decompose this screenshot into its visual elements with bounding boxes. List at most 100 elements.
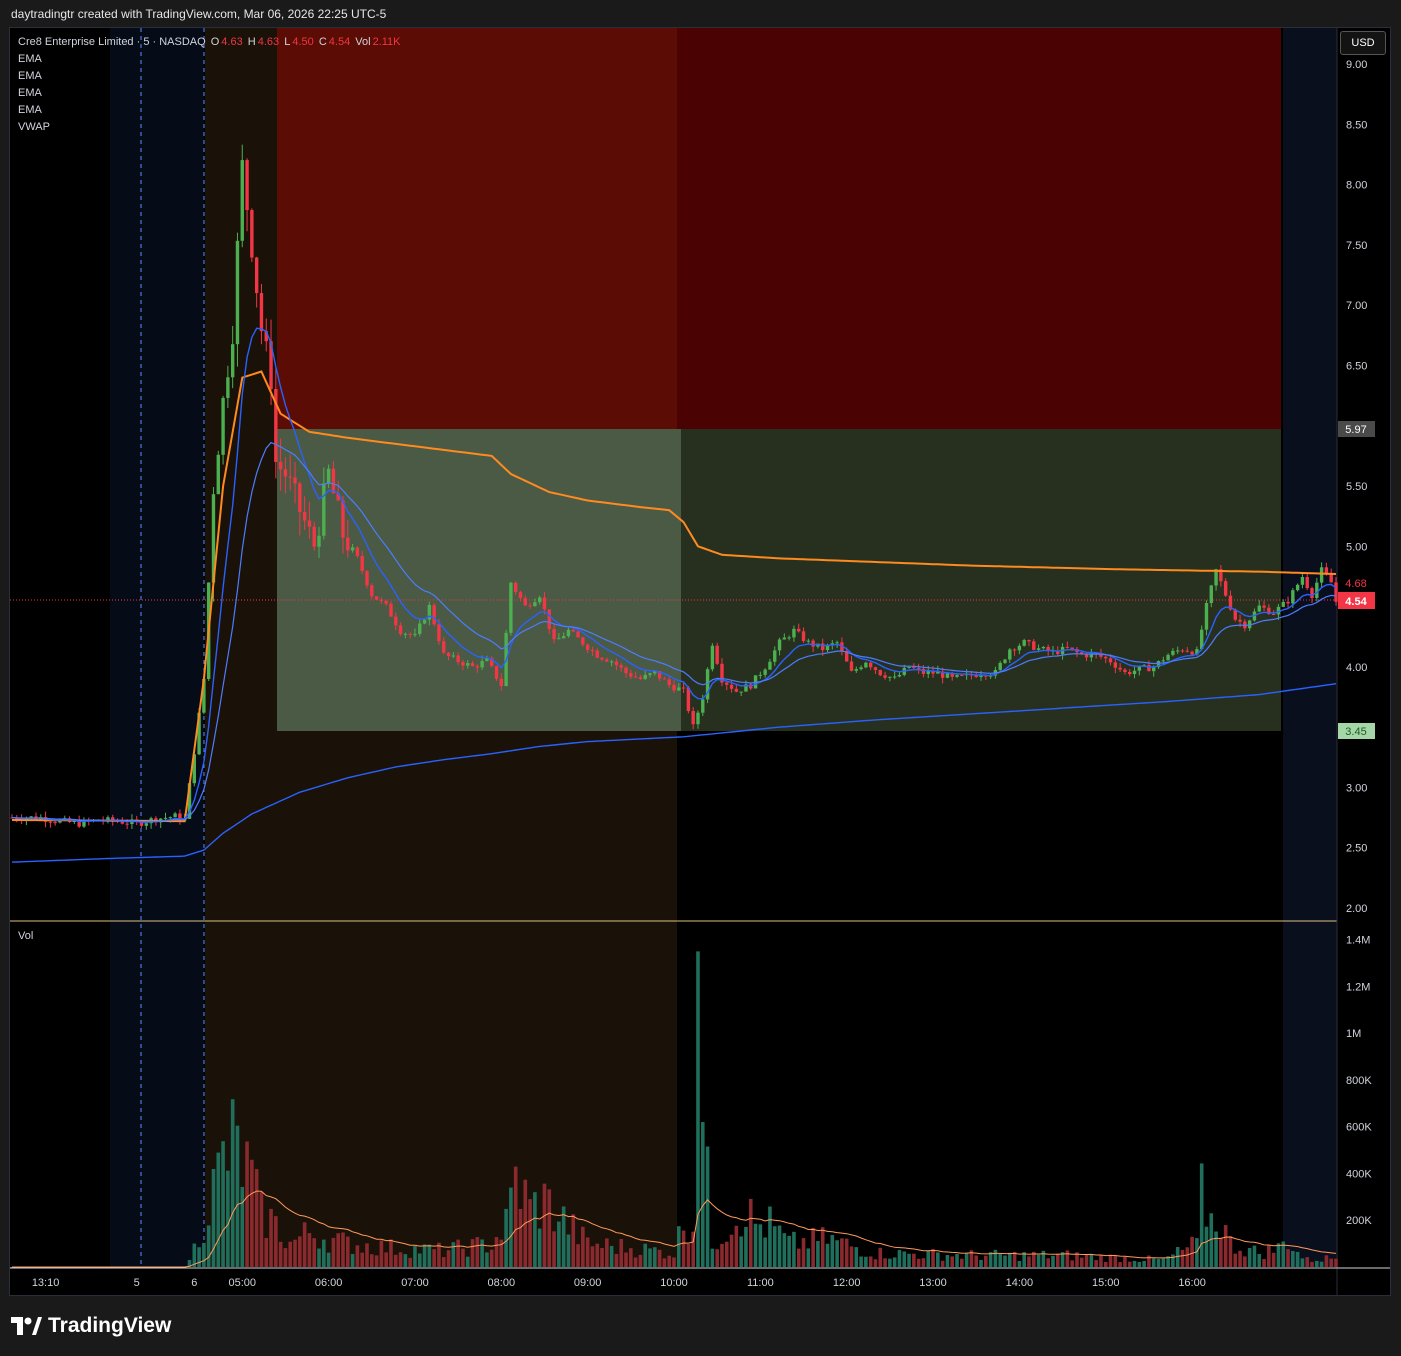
tradingview-logo-icon	[11, 1317, 42, 1335]
target-zone-regular	[681, 429, 1281, 731]
time-tick: 11:00	[747, 1277, 774, 1289]
candle-body	[672, 684, 676, 691]
price-tick: 8.50	[1346, 119, 1367, 131]
volume-bar	[298, 1236, 302, 1267]
candle-body	[739, 691, 743, 693]
volume-tick: 1M	[1346, 1028, 1361, 1040]
volume-bar	[792, 1231, 796, 1267]
volume-bar	[600, 1247, 604, 1267]
candle-body	[892, 676, 897, 678]
candle-body	[633, 676, 638, 678]
candle-body	[1271, 614, 1276, 616]
volume-bar	[984, 1255, 988, 1267]
volume-bar	[427, 1244, 432, 1267]
candle-body	[360, 555, 364, 572]
volume-pane-title[interactable]: Vol	[18, 930, 33, 942]
entry-price-label: 3.45	[1345, 726, 1366, 738]
volume-bar	[720, 1243, 724, 1267]
volume-bar	[734, 1225, 739, 1267]
volume-bar	[1094, 1260, 1098, 1267]
volume-bar	[667, 1255, 672, 1267]
candle-body	[868, 662, 873, 668]
candle-body	[629, 673, 633, 677]
volume-bar	[216, 1152, 221, 1267]
volume-bar	[888, 1258, 892, 1267]
candle-body	[398, 625, 403, 635]
candle-body	[1008, 649, 1012, 660]
volume-bar	[614, 1253, 619, 1267]
price-chart[interactable]: 9.00 8.50 8.00 7.50 7.00 6.50 5.50 5.00 4.00 3.00…	[0, 0, 1401, 1300]
candle-body	[926, 671, 930, 674]
candle-body	[1315, 582, 1319, 599]
indicator-ema-2[interactable]: EMA	[18, 68, 403, 85]
candle-body	[797, 628, 801, 632]
volume-bar	[1219, 1238, 1223, 1267]
tradingview-logo[interactable]: TradingView	[11, 1313, 171, 1339]
volume-bar	[955, 1254, 959, 1267]
volume-bar	[806, 1248, 811, 1267]
candle-body	[254, 257, 259, 294]
volume-bar	[489, 1249, 494, 1267]
high-label: H	[247, 36, 256, 48]
volume-bar	[206, 1225, 211, 1267]
candle-body	[394, 616, 398, 626]
volume-tick: 1.4M	[1346, 935, 1370, 947]
indicator-vwap[interactable]: VWAP	[18, 119, 403, 136]
volume-bar	[1118, 1262, 1122, 1267]
candle-body	[768, 661, 772, 670]
candle-body	[350, 547, 355, 551]
volume-bar	[374, 1255, 379, 1267]
volume-bar	[629, 1248, 633, 1267]
low-label: L	[284, 36, 291, 48]
volume-bar	[1243, 1256, 1247, 1267]
volume-bar	[1262, 1259, 1266, 1267]
overnight-session-bg	[110, 28, 204, 1267]
volume-bar	[902, 1251, 907, 1267]
indicator-ema-3[interactable]: EMA	[18, 85, 403, 102]
candle-body	[1190, 651, 1194, 655]
volume-bar	[974, 1255, 979, 1267]
entry-price-badge: 3.45	[1338, 723, 1375, 739]
volume-bar	[446, 1250, 451, 1267]
volume-bar	[518, 1208, 523, 1267]
volume-tick: 400K	[1346, 1168, 1372, 1180]
volume-bar	[715, 1249, 719, 1267]
candle-body	[293, 477, 297, 484]
volume-bar	[859, 1256, 863, 1267]
candle-body	[1108, 658, 1113, 663]
volume-bar	[211, 1169, 216, 1267]
candle-body	[384, 600, 388, 604]
volume-bar	[581, 1226, 585, 1267]
volume-bar	[605, 1238, 609, 1267]
indicator-ema-1[interactable]: EMA	[18, 51, 403, 68]
candle-body	[561, 636, 566, 639]
volume-bar	[331, 1237, 336, 1267]
indicator-ema-4[interactable]: EMA	[18, 102, 403, 119]
candle-body	[451, 655, 456, 657]
candle-body	[773, 650, 777, 662]
volume-bar	[1171, 1254, 1175, 1267]
volume-bar	[1334, 1258, 1338, 1267]
volume-bar	[360, 1252, 364, 1267]
candle-body	[897, 674, 902, 677]
candle-body	[571, 629, 575, 632]
candle-body	[1104, 656, 1108, 659]
volume-bar	[504, 1208, 508, 1267]
volume-bar	[782, 1233, 787, 1267]
volume-bar	[912, 1253, 916, 1267]
volume-bar	[1233, 1253, 1238, 1267]
volume-bar	[408, 1257, 412, 1267]
currency-selector[interactable]: USD	[1340, 31, 1386, 55]
candle-body	[878, 670, 882, 676]
candle-body	[298, 483, 302, 512]
volume-bar	[1065, 1250, 1070, 1267]
candle-body	[916, 667, 921, 669]
volume-bar	[542, 1183, 547, 1267]
volume-bar	[307, 1233, 312, 1267]
candle-body	[1180, 650, 1185, 652]
candle-body	[48, 821, 53, 823]
volume-bar	[796, 1248, 801, 1267]
price-tick: 4.00	[1346, 662, 1367, 674]
volume-bar	[657, 1249, 662, 1267]
candle-body	[461, 662, 465, 666]
